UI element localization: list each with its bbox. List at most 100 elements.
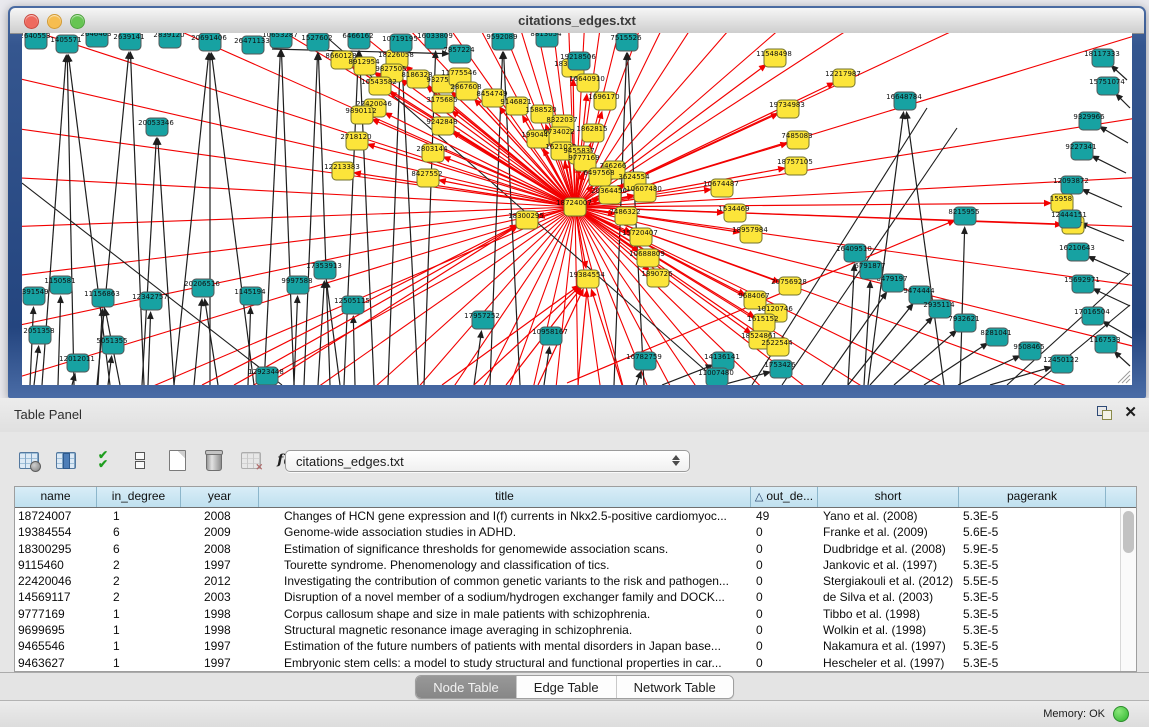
table-cell[interactable]: 1997 xyxy=(181,638,259,654)
tab-network-table[interactable]: Network Table xyxy=(616,676,733,698)
close-panel-icon[interactable]: ✕ xyxy=(1124,405,1137,420)
table-cell[interactable]: Genome-wide association studies in ADHD. xyxy=(259,524,751,540)
table-cell[interactable]: 9699695 xyxy=(15,622,97,638)
column-header-in_degree[interactable]: in_degree xyxy=(97,487,181,507)
new-table-icon[interactable] xyxy=(164,447,190,473)
table-cell[interactable]: Structural magnetic resonance image aver… xyxy=(259,622,751,638)
column-header-year[interactable]: year xyxy=(181,487,259,507)
column-header-pagerank[interactable]: pagerank xyxy=(959,487,1106,507)
table-cell[interactable]: 6 xyxy=(97,524,181,540)
table-cell[interactable]: 1 xyxy=(97,638,181,654)
table-row[interactable]: 2242004622012Investigating the contribut… xyxy=(15,573,1120,589)
table-cell[interactable]: 6 xyxy=(97,541,181,557)
table-cell[interactable]: 5.6E-5 xyxy=(959,524,1106,540)
table-cell[interactable]: 1 xyxy=(97,622,181,638)
table-cell[interactable]: 2 xyxy=(97,557,181,573)
table-row[interactable]: 1872400712008Changes of HCN gene express… xyxy=(15,508,1120,524)
table-cell[interactable]: Estimation of the future numbers of pati… xyxy=(259,638,751,654)
show-column-icon[interactable] xyxy=(53,447,79,473)
select-rows-icon[interactable]: ✔✔ xyxy=(90,447,116,473)
table-cell[interactable]: 5.3E-5 xyxy=(959,655,1106,671)
table-cell[interactable]: 5.3E-5 xyxy=(959,589,1106,605)
table-cell[interactable]: 2009 xyxy=(181,524,259,540)
table-cell[interactable]: 5.9E-5 xyxy=(959,541,1106,557)
table-cell[interactable]: 1 xyxy=(97,508,181,524)
table-cell[interactable]: Franke et al. (2009) xyxy=(818,524,959,540)
table-cell[interactable]: 1997 xyxy=(181,655,259,671)
table-cell[interactable]: Corpus callosum shape and size in male p… xyxy=(259,606,751,622)
column-header-short[interactable]: short xyxy=(818,487,959,507)
table-cell[interactable]: 9463627 xyxy=(15,655,97,671)
table-cell[interactable]: 14569117 xyxy=(15,589,97,605)
column-header-out_de[interactable]: △out_de... xyxy=(751,487,818,507)
table-row[interactable]: 1938455462009Genome-wide association stu… xyxy=(15,524,1120,540)
row-height-icon[interactable] xyxy=(127,447,153,473)
table-cell[interactable]: Disruption of a novel member of a sodium… xyxy=(259,589,751,605)
table-cell[interactable]: 2012 xyxy=(181,573,259,589)
import-table-icon[interactable]: ✕ xyxy=(238,447,264,473)
table-row[interactable]: 1456911722003Disruption of a novel membe… xyxy=(15,589,1120,605)
table-cell[interactable]: 5.3E-5 xyxy=(959,622,1106,638)
table-row[interactable]: 977716911998Corpus callosum shape and si… xyxy=(15,606,1120,622)
table-selector-dropdown[interactable]: citations_edges.txt xyxy=(285,450,690,472)
table-cell[interactable]: 0 xyxy=(751,622,818,638)
tab-edge-table[interactable]: Edge Table xyxy=(516,676,616,698)
resize-grip[interactable] xyxy=(1126,379,1130,383)
table-cell[interactable]: 1997 xyxy=(181,557,259,573)
table-cell[interactable]: 5.3E-5 xyxy=(959,557,1106,573)
table-cell[interactable]: Jankovic et al. (1997) xyxy=(818,557,959,573)
table-cell[interactable]: Yano et al. (2008) xyxy=(818,508,959,524)
table-cell[interactable]: 0 xyxy=(751,541,818,557)
table-cell[interactable]: 5.3E-5 xyxy=(959,638,1106,654)
table-cell[interactable]: 0 xyxy=(751,573,818,589)
table-cell[interactable]: 2 xyxy=(97,573,181,589)
table-cell[interactable]: Changes of HCN gene expression and I(f) … xyxy=(259,508,751,524)
network-canvas[interactable]: 8660128891295418226058982750581863281654… xyxy=(22,33,1132,385)
window-titlebar[interactable]: citations_edges.txt xyxy=(10,8,1144,34)
table-cell[interactable]: Estimation of significance thresholds fo… xyxy=(259,541,751,557)
table-cell[interactable]: 0 xyxy=(751,638,818,654)
table-cell[interactable]: 1998 xyxy=(181,606,259,622)
table-row[interactable]: 946362711997Embryonic stem cells: a mode… xyxy=(15,655,1120,671)
table-cell[interactable]: Dudbridge et al. (2008) xyxy=(818,541,959,557)
table-cell[interactable]: 0 xyxy=(751,524,818,540)
table-row[interactable]: 1830029562008Estimation of significance … xyxy=(15,541,1120,557)
vertical-scrollbar[interactable] xyxy=(1120,508,1136,671)
table-cell[interactable]: Hescheler et al. (1997) xyxy=(818,655,959,671)
table-cell[interactable]: 2008 xyxy=(181,508,259,524)
table-cell[interactable]: 9777169 xyxy=(15,606,97,622)
table-cell[interactable]: 9465546 xyxy=(15,638,97,654)
column-header-title[interactable]: title xyxy=(259,487,751,507)
table-cell[interactable]: 2 xyxy=(97,589,181,605)
delete-table-icon[interactable] xyxy=(201,447,227,473)
table-cell[interactable]: 0 xyxy=(751,655,818,671)
table-cell[interactable]: Wolkin et al. (1998) xyxy=(818,622,959,638)
table-row[interactable]: 969969511998Structural magnetic resonanc… xyxy=(15,622,1120,638)
table-cell[interactable]: Investigating the contribution of common… xyxy=(259,573,751,589)
table-cell[interactable]: 1 xyxy=(97,655,181,671)
float-panel-icon[interactable] xyxy=(1097,406,1113,420)
table-cell[interactable]: 22420046 xyxy=(15,573,97,589)
table-cell[interactable]: 49 xyxy=(751,508,818,524)
table-cell[interactable]: 18300295 xyxy=(15,541,97,557)
table-cell[interactable]: 2003 xyxy=(181,589,259,605)
table-cell[interactable]: Nakamura et al. (1997) xyxy=(818,638,959,654)
table-cell[interactable]: 18724007 xyxy=(15,508,97,524)
table-cell[interactable]: de Silva et al. (2003) xyxy=(818,589,959,605)
table-cell[interactable]: 1998 xyxy=(181,622,259,638)
table-cell[interactable]: Tourette syndrome. Phenomenology and cla… xyxy=(259,557,751,573)
table-cell[interactable]: 9115460 xyxy=(15,557,97,573)
table-cell[interactable]: 19384554 xyxy=(15,524,97,540)
table-cell[interactable]: 0 xyxy=(751,589,818,605)
column-header-name[interactable]: name xyxy=(15,487,97,507)
table-row[interactable]: 911546021997Tourette syndrome. Phenomeno… xyxy=(15,557,1120,573)
table-cell[interactable]: Tibbo et al. (1998) xyxy=(818,606,959,622)
table-row[interactable]: 946554611997Estimation of the future num… xyxy=(15,638,1120,654)
table-cell[interactable]: 0 xyxy=(751,606,818,622)
table-cell[interactable]: 0 xyxy=(751,557,818,573)
table-cell[interactable]: 2008 xyxy=(181,541,259,557)
tab-node-table[interactable]: Node Table xyxy=(416,676,516,698)
scrollbar-thumb[interactable] xyxy=(1123,511,1134,553)
table-cell[interactable]: Stergiakouli et al. (2012) xyxy=(818,573,959,589)
table-cell[interactable]: 5.3E-5 xyxy=(959,606,1106,622)
